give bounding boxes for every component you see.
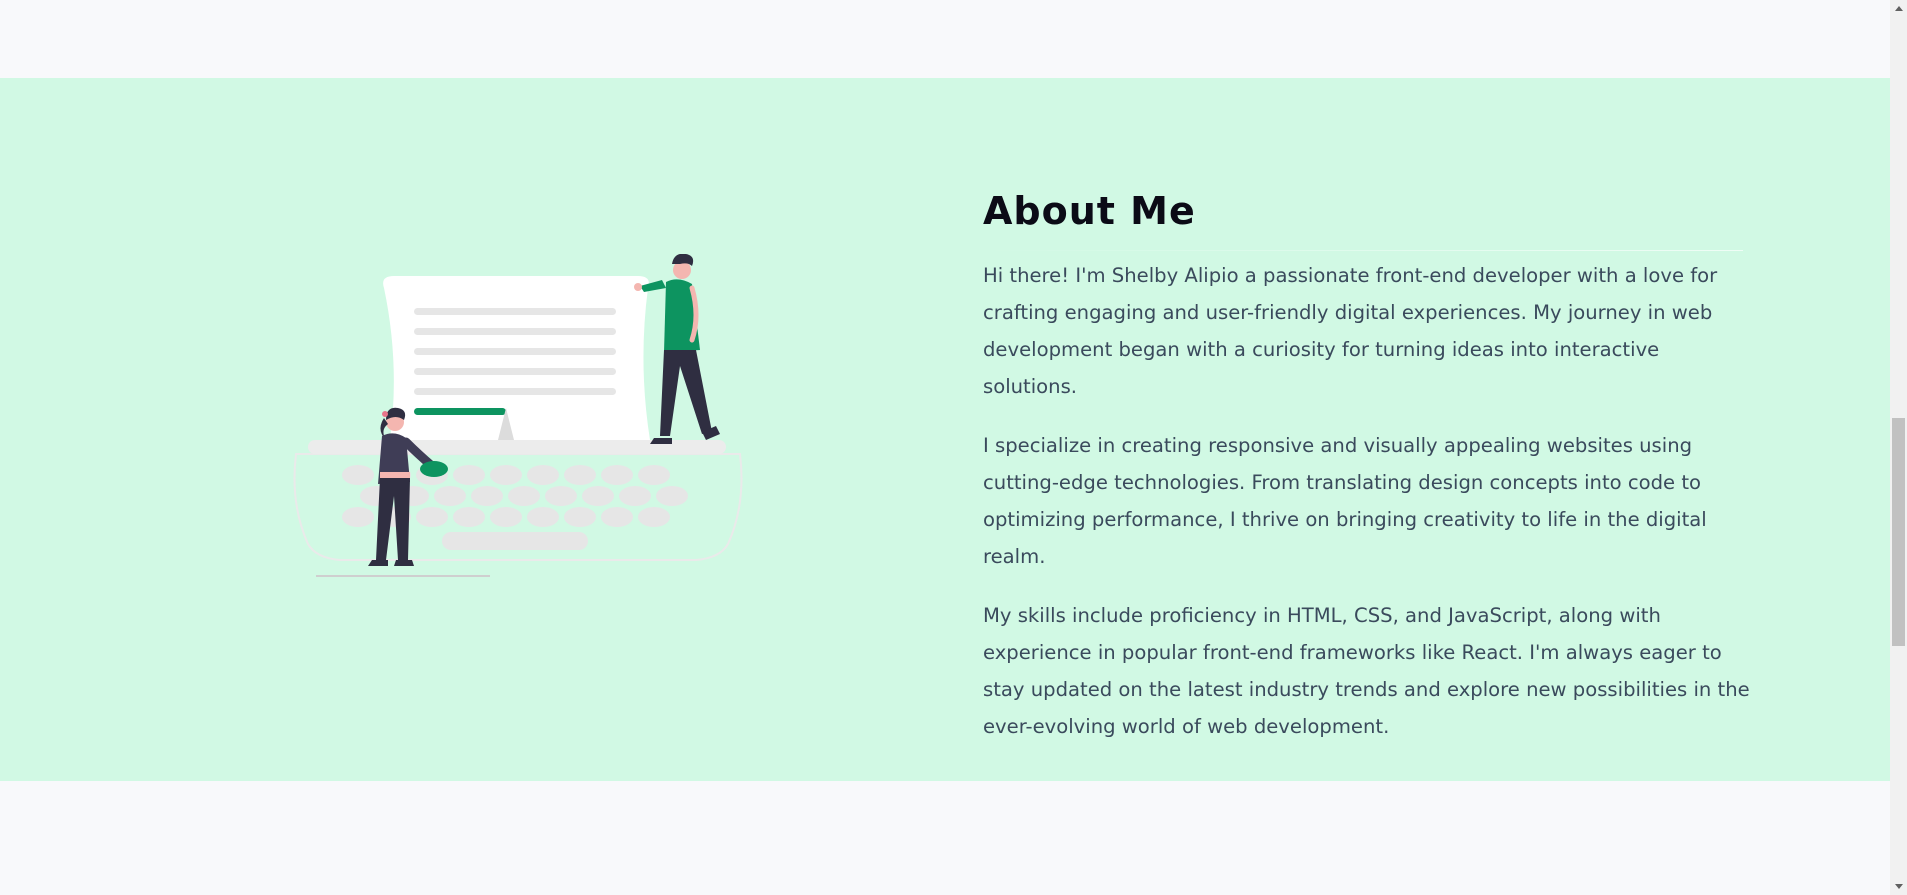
about-paragraph-skills: My skills include proficiency in HTML, C…: [983, 604, 1750, 738]
about-text-block: About Me Hi there! I'm Shelby Alipio a p…: [983, 188, 1753, 767]
title-divider: [983, 250, 1743, 251]
about-section: About Me Hi there! I'm Shelby Alipio a p…: [0, 78, 1890, 781]
about-paragraph-specialty: I specialize in creating responsive and …: [983, 434, 1707, 568]
scrollbar-thumb[interactable]: [1892, 418, 1905, 646]
scroll-down-arrow-icon[interactable]: [1890, 878, 1907, 895]
scroll-up-arrow-icon[interactable]: [1890, 0, 1907, 17]
about-paragraph-intro: Hi there! I'm Shelby Alipio a passionate…: [983, 264, 1718, 398]
page: About Me Hi there! I'm Shelby Alipio a p…: [0, 0, 1907, 895]
typewriter-illustration-icon: [288, 254, 748, 600]
about-title: About Me: [983, 189, 1196, 233]
vertical-scrollbar[interactable]: [1890, 0, 1907, 895]
